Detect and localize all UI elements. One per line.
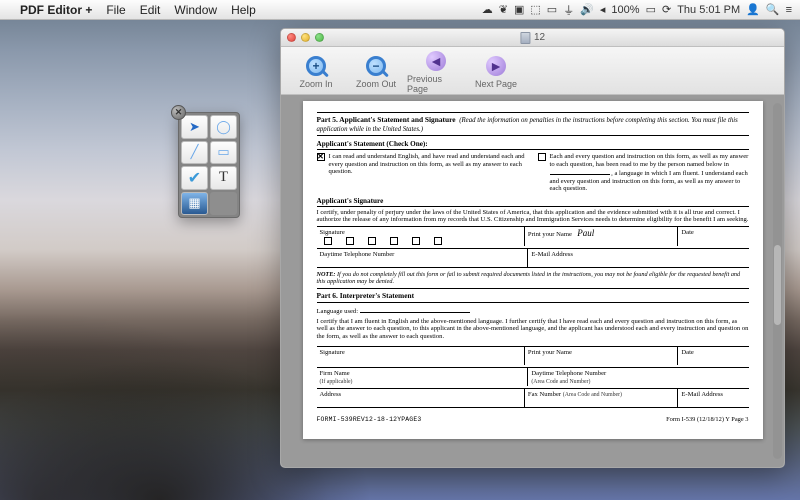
language-used-field[interactable]	[360, 306, 470, 313]
statement-option1-checkbox[interactable]	[317, 153, 325, 161]
tool-empty	[210, 192, 237, 216]
pdf-page: Part 5. Applicant's Statement and Signat…	[303, 101, 763, 439]
zoom-out-label: Zoom Out	[356, 79, 396, 89]
tool-image[interactable]: ▦	[181, 192, 208, 216]
next-page-label: Next Page	[475, 79, 517, 89]
menu-file[interactable]: File	[106, 3, 125, 17]
vertical-scrollbar[interactable]	[773, 103, 782, 459]
interp-date-label: Date	[681, 349, 693, 356]
tool-rectangle[interactable]: ▭	[210, 141, 237, 165]
statement-option2-checkbox[interactable]	[538, 153, 546, 161]
document-window: 12 + Zoom In − Zoom Out ◄ Previous Page …	[280, 28, 785, 468]
status-leaf-icon[interactable]: ❦	[499, 3, 508, 16]
status-battery-icon[interactable]: ◂	[600, 3, 606, 16]
interp-tel-sub: (Area Code and Number)	[531, 379, 590, 385]
interp-signature-label: Signature	[320, 349, 345, 356]
zoom-in-label: Zoom In	[299, 79, 332, 89]
window-minimize-button[interactable]	[301, 33, 310, 42]
status-user-icon[interactable]: 👤	[746, 3, 760, 16]
daytime-tel-label: Daytime Telephone Number	[320, 251, 395, 258]
print-name-value[interactable]: Paul	[577, 228, 594, 238]
interpreter-certification: I certify that I am fluent in English an…	[317, 318, 749, 341]
interp-tel-label: Daytime Telephone Number	[531, 370, 606, 377]
palette-close-button[interactable]: ✕	[171, 105, 186, 120]
window-title: 12	[534, 32, 545, 43]
applicant-certification: I certify, under penalty of perjury unde…	[317, 209, 749, 224]
applicant-signature-head: Applicant's Signature	[317, 197, 749, 207]
toolbar: + Zoom In − Zoom Out ◄ Previous Page ► N…	[281, 47, 784, 95]
form-id: FORMI-539REV12-18-12YPAGE3	[317, 416, 422, 423]
applicant-statement-head: Applicant's Statement (Check One):	[317, 140, 749, 150]
window-titlebar[interactable]: 12	[281, 29, 784, 47]
status-display-icon[interactable]: ▭	[547, 3, 557, 16]
interp-print-name-label: Print your Name	[528, 349, 572, 356]
status-clock[interactable]: Thu 5:01 PM	[677, 4, 740, 16]
document-icon	[520, 32, 530, 44]
tool-ellipse[interactable]: ◯	[210, 115, 237, 139]
spotlight-icon[interactable]: 🔍	[766, 3, 780, 16]
sig-chk-4[interactable]	[390, 237, 398, 245]
tool-line[interactable]: ╱	[181, 141, 208, 165]
statement-option2-text: Each and every question and instruction …	[550, 153, 749, 193]
notification-center-icon[interactable]: ≡	[786, 4, 792, 16]
page-footer-right: Form I-539 (12/18/12) Y Page 3	[666, 416, 748, 423]
status-sync-icon[interactable]: ⟳	[662, 3, 671, 16]
statement-option1-text: I can read and understand English, and h…	[329, 153, 528, 193]
window-close-button[interactable]	[287, 33, 296, 42]
firm-sub: (If applicable)	[320, 379, 353, 385]
tool-pointer[interactable]: ➤	[181, 115, 208, 139]
sig-chk-2[interactable]	[346, 237, 354, 245]
status-app-icon[interactable]: ▣	[514, 3, 524, 16]
signature-label: Signature	[320, 229, 345, 236]
tool-palette[interactable]: ✕ ➤ ◯ ╱ ▭ ✔ T ▦	[178, 112, 240, 218]
sig-chk-1[interactable]	[324, 237, 332, 245]
sig-chk-5[interactable]	[412, 237, 420, 245]
scrollbar-thumb[interactable]	[774, 245, 781, 325]
language-used-label: Language used:	[317, 308, 359, 315]
sig-chk-3[interactable]	[368, 237, 376, 245]
interp-fax-label: Fax Number	[528, 391, 561, 398]
tool-text[interactable]: T	[210, 166, 237, 190]
print-name-label: Print your Name	[528, 231, 572, 238]
interp-fax-sub: (Area Code and Number)	[563, 392, 622, 398]
firm-name-label: Firm Name	[320, 370, 350, 377]
part5-title: Part 5. Applicant's Statement and Signat…	[317, 115, 456, 124]
status-volume-icon[interactable]: 🔊	[580, 3, 594, 16]
menubar: PDF Editor + File Edit Window Help ☁ ❦ ▣…	[0, 0, 800, 20]
zoom-in-button[interactable]: + Zoom In	[287, 53, 345, 89]
menu-edit[interactable]: Edit	[140, 3, 161, 17]
status-adobe-icon[interactable]: ⬚	[530, 3, 540, 16]
menu-window[interactable]: Window	[174, 3, 217, 17]
email-label: E-Mail Address	[531, 251, 573, 258]
sig-chk-6[interactable]	[434, 237, 442, 245]
prev-page-label: Previous Page	[407, 74, 465, 94]
status-cloud-icon[interactable]: ☁	[482, 3, 493, 16]
previous-page-button[interactable]: ◄ Previous Page	[407, 48, 465, 94]
status-battery-pct[interactable]: 100%	[611, 4, 639, 16]
tool-checkmark[interactable]: ✔	[181, 166, 208, 190]
status-wifi-icon[interactable]: ⏚	[563, 2, 574, 18]
note-label: NOTE:	[317, 271, 336, 278]
interp-address-label: Address	[320, 391, 342, 398]
interp-email-label: E-Mail Address	[681, 391, 723, 398]
window-zoom-button[interactable]	[315, 33, 324, 42]
zoom-out-button[interactable]: − Zoom Out	[347, 53, 405, 89]
part6-title: Part 6. Interpreter's Statement	[317, 290, 749, 301]
next-page-button[interactable]: ► Next Page	[467, 53, 525, 89]
menu-help[interactable]: Help	[231, 3, 256, 17]
note-text: If you do not completely fill out this f…	[317, 271, 741, 285]
language-blank[interactable]	[550, 168, 610, 175]
status-battery-shape: ▭	[646, 3, 656, 16]
document-canvas[interactable]: Part 5. Applicant's Statement and Signat…	[281, 95, 784, 467]
app-menu[interactable]: PDF Editor +	[20, 3, 92, 17]
date-label: Date	[681, 229, 693, 236]
